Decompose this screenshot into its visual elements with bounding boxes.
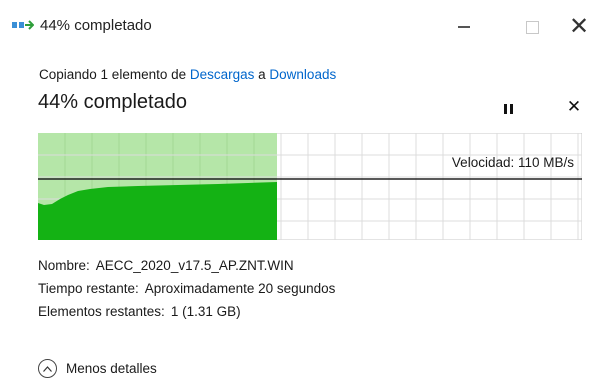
cancel-icon: ✕	[566, 97, 582, 116]
window-title: 44% completado	[40, 17, 152, 34]
pause-button[interactable]	[497, 98, 519, 120]
file-name-label: Nombre:	[38, 258, 90, 273]
close-button[interactable]: ✕	[556, 8, 602, 46]
less-details-button[interactable]: Menos detalles	[38, 359, 157, 378]
file-name-value: AECC_2020_v17.5_AP.ZNT.WIN	[95, 258, 294, 273]
minimize-icon	[458, 26, 470, 28]
copy-prefix: Copiando 1 elemento de	[39, 67, 190, 82]
minimize-button[interactable]	[441, 8, 487, 46]
time-remaining-label: Tiempo restante:	[38, 281, 139, 296]
speed-label: Velocidad: 110 MB/s	[451, 155, 574, 170]
items-remaining-value: 1 (1.31 GB)	[170, 304, 241, 319]
close-icon: ✕	[568, 13, 590, 40]
speed-graph: Velocidad: 110 MB/s	[38, 133, 582, 240]
source-folder-link[interactable]: Descargas	[190, 67, 255, 82]
pause-icon	[503, 104, 513, 114]
time-remaining-row: Tiempo restante: Aproximadamente 20 segun…	[38, 281, 335, 296]
progress-percent-heading: 44% completado	[38, 91, 187, 113]
copy-description: Copiando 1 elemento de Descargas a Downl…	[39, 67, 336, 82]
items-remaining-row: Elementos restantes: 1 (1.31 GB)	[38, 304, 241, 319]
cancel-button[interactable]: ✕	[563, 96, 585, 118]
copy-connector: a	[254, 67, 270, 82]
maximize-icon	[525, 20, 539, 34]
copy-transfer-icon	[12, 20, 34, 30]
less-details-label: Menos detalles	[66, 361, 157, 376]
file-name-row: Nombre: AECC_2020_v17.5_AP.ZNT.WIN	[38, 258, 294, 273]
time-remaining-value: Aproximadamente 20 segundos	[144, 281, 336, 296]
destination-folder-link[interactable]: Downloads	[269, 67, 336, 82]
items-remaining-label: Elementos restantes:	[38, 304, 165, 319]
speed-graph-canvas	[38, 133, 582, 240]
chevron-up-icon	[38, 359, 57, 378]
maximize-button[interactable]	[509, 8, 555, 46]
title-bar: 44% completado ✕	[0, 0, 602, 48]
